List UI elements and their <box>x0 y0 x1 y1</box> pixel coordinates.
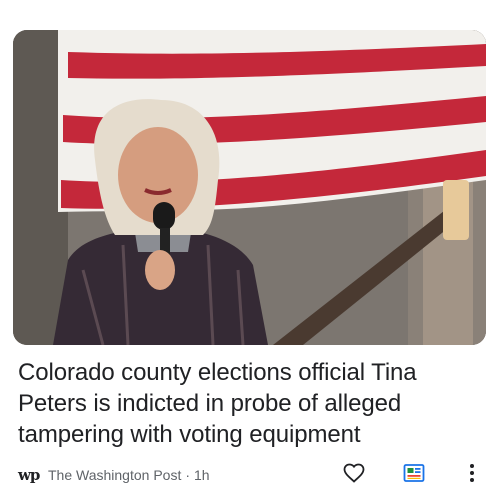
full-coverage-icon <box>403 464 425 482</box>
more-options-button[interactable] <box>458 459 486 487</box>
heart-outline-icon <box>343 463 365 483</box>
more-vert-icon <box>470 464 474 482</box>
publish-time: 1h <box>194 467 210 483</box>
separator-dot: · <box>185 467 190 483</box>
article-image[interactable] <box>13 30 486 345</box>
article-footer: wp The Washington Post · 1h <box>18 462 484 488</box>
news-card[interactable]: Colorado county elections official Tina … <box>0 0 500 494</box>
publisher-logo: wp <box>18 466 40 484</box>
publisher-name[interactable]: The Washington Post <box>48 467 181 483</box>
like-button[interactable] <box>340 459 368 487</box>
article-headline[interactable]: Colorado county elections official Tina … <box>18 357 480 450</box>
full-coverage-button[interactable] <box>400 459 428 487</box>
article-photo <box>13 30 486 345</box>
